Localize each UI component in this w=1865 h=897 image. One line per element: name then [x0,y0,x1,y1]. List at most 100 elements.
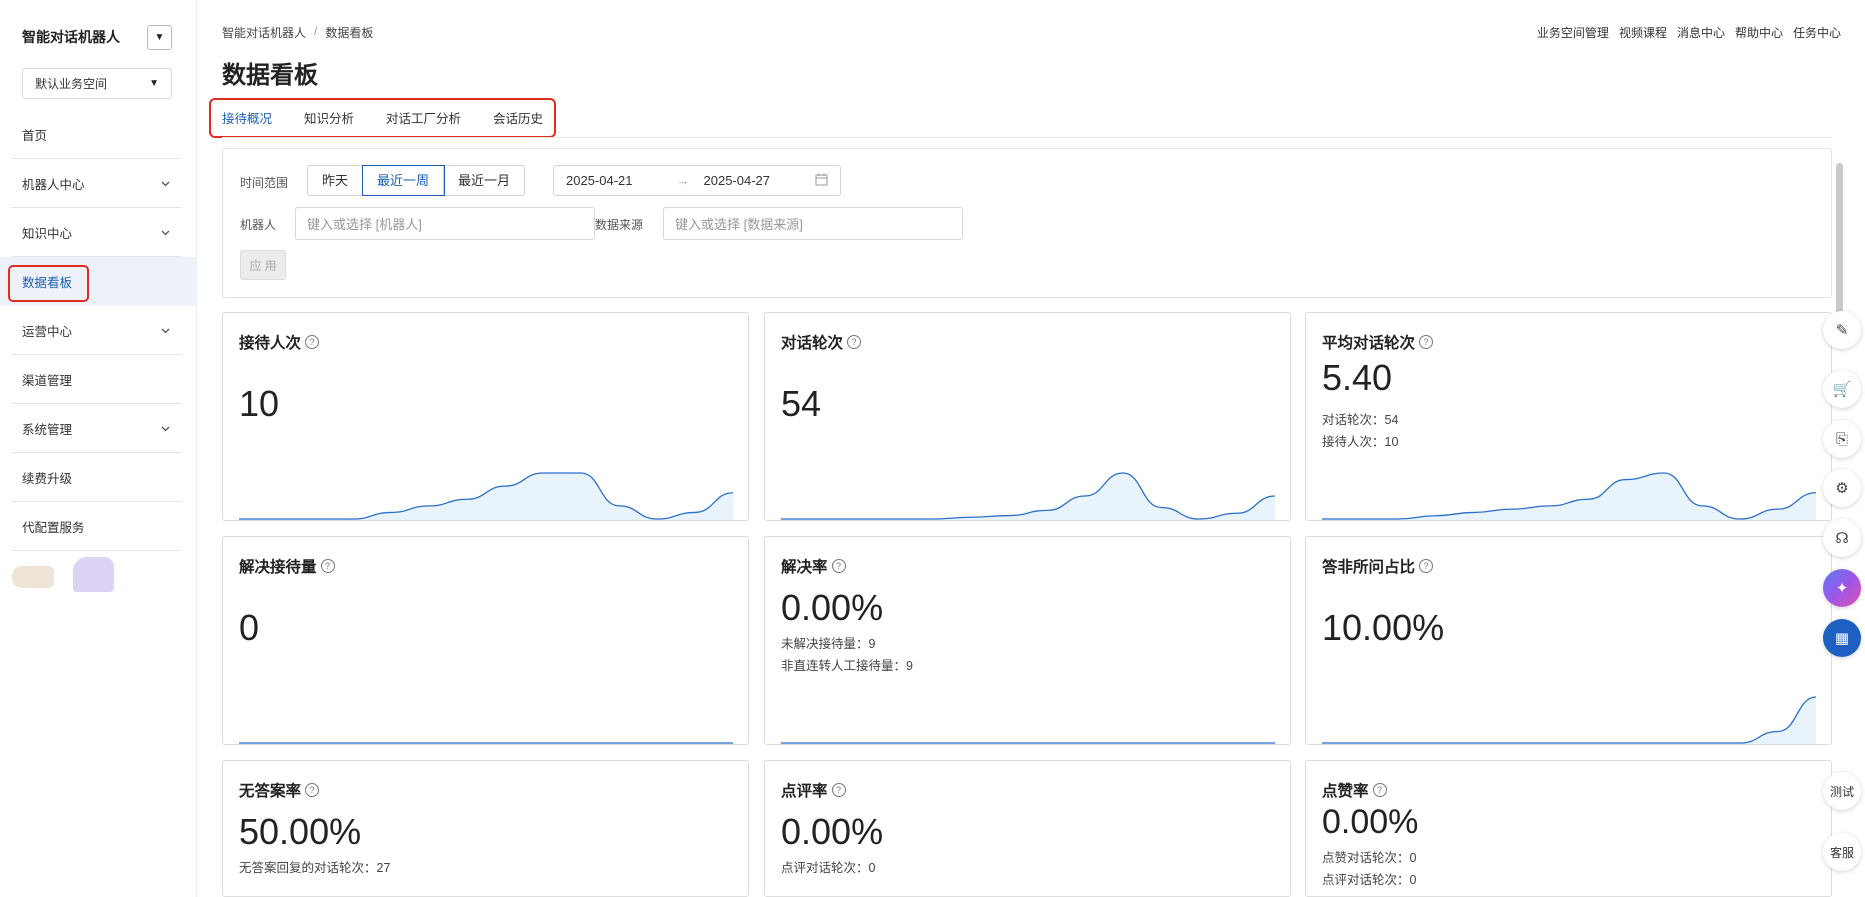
workspace-value: 默认业务空间 [35,77,108,91]
date-range-picker[interactable]: 2025-04-21 → 2025-04-27 [553,165,841,196]
caret-down-icon[interactable]: ▼ [147,24,172,50]
sidebar-item[interactable]: 运营中心 [0,306,197,355]
sidebar-item[interactable]: 系统管理 [0,404,197,453]
metric-subtext: 未解决接待量：9 非直连转人工接待量：9 [781,633,913,677]
workspace-select[interactable]: 默认业务空间 ▼ [22,68,172,99]
metric-value: 0.00% [781,587,884,628]
metric-title-text: 解决率 [781,559,828,576]
metric-title: 平均对话轮次? [1322,331,1434,353]
tab-divider [222,137,1832,138]
chevron-down-icon [161,325,170,337]
time-range-option[interactable]: 最近一月 [444,166,524,195]
breadcrumb: 智能对话机器人 / 数据看板 [222,24,373,41]
help-icon[interactable]: ? [831,783,846,797]
trend-chart [239,742,733,744]
sidebar-item-label: 代配置服务 [22,521,85,535]
source-label: 数据来源 [595,218,644,232]
source-input[interactable]: 键入或选择 [数据来源] [663,207,963,240]
metric-subtext-line: 非直连转人工接待量：9 [781,659,913,673]
metric-title-text: 无答案率 [239,783,302,800]
apply-button[interactable]: 应 用 [240,250,286,280]
metric-title-text: 接待人次 [239,335,302,352]
edit-icon[interactable]: ✎ [1823,311,1861,349]
metric-subtext-line: 对话轮次：54 [1322,413,1399,427]
top-link[interactable]: 消息中心 [1677,24,1725,41]
breadcrumb-separator: / [314,24,318,38]
metric-card: 解决率? 0.00% 未解决接待量：9 非直连转人工接待量：9 [764,536,1291,745]
metric-title-text: 点赞率 [1322,783,1369,800]
sidebar-item[interactable]: 知识中心 [0,208,197,257]
metric-card: 点评率? 0.00% 点评对话轮次：0 [764,760,1291,897]
chevron-down-icon [161,423,170,435]
help-icon[interactable]: ? [847,335,862,349]
metric-value: 54 [781,383,822,424]
ai-assistant-icon[interactable]: ✦ [1823,569,1861,607]
metric-card: 接待人次? 10 [222,312,749,521]
float-text-button[interactable]: 测试 [1823,772,1861,810]
sidebar-item-label: 机器人中心 [22,178,85,192]
cart-icon[interactable]: 🛒 [1823,370,1861,408]
help-icon[interactable]: ? [1419,335,1434,349]
robot-placeholder: 键入或选择 [机器人] [307,217,422,232]
metric-subtext: 无答案回复的对话轮次：27 [239,857,390,879]
metric-value: 50.00% [239,811,362,852]
chevron-down-icon [161,227,170,239]
help-icon[interactable]: ? [1419,559,1434,573]
metric-card: 解决接待量? 0 [222,536,749,745]
trend-chart [1322,696,1816,744]
sidebar-item[interactable]: 机器人中心 [0,159,197,208]
arrow-right-icon: → [676,173,690,188]
metric-card: 无答案率? 50.00% 无答案回复的对话轮次：27 [222,760,749,897]
decorative-image [12,566,54,588]
metric-card: 平均对话轮次? 5.40 对话轮次：54 接待人次：10 [1305,312,1832,521]
help-icon[interactable]: ? [320,559,335,573]
app-header: 智能对话机器人 ▼ [22,22,172,52]
robot-input[interactable]: 键入或选择 [机器人] [295,207,595,240]
breadcrumb-root[interactable]: 智能对话机器人 [222,24,306,41]
trend-line [1322,696,1816,744]
metric-card: 对话轮次? 54 [764,312,1291,521]
metric-subtext-line: 点评对话轮次：0 [1322,873,1417,887]
trend-chart [781,472,1275,520]
metric-title-text: 答非所问占比 [1322,559,1416,576]
time-range-selector: 昨天 最近一周 最近一月 [307,165,526,196]
sidebar-item-label: 续费升级 [22,472,73,486]
time-range-option[interactable]: 最近一周 [362,165,446,196]
metric-subtext: 对话轮次：54 接待人次：10 [1322,409,1398,453]
sidebar-item[interactable]: 续费升级 [0,453,197,502]
sidebar-item-label: 运营中心 [22,325,73,339]
top-link[interactable]: 业务空间管理 [1537,24,1609,41]
caret-down-icon: ▼ [149,78,159,89]
highlight-outline [209,98,556,138]
metric-title: 无答案率? [239,779,320,801]
robot-label: 机器人 [240,218,277,232]
sidebar-item[interactable]: 渠道管理 [0,355,197,404]
breadcrumb-current: 数据看板 [325,26,374,40]
app-title: 智能对话机器人 [22,29,120,45]
apps-icon[interactable]: ▦ [1823,619,1861,657]
top-link[interactable]: 帮助中心 [1735,24,1783,41]
source-placeholder: 键入或选择 [数据来源] [675,217,803,232]
headset-icon[interactable]: ☊ [1823,519,1861,557]
time-range-option[interactable]: 昨天 [308,166,364,195]
settings-icon[interactable]: ⚙ [1823,469,1861,507]
help-icon[interactable]: ? [1372,783,1387,797]
top-link[interactable]: 任务中心 [1793,24,1841,41]
sidebar-item[interactable]: 代配置服务 [0,502,197,551]
api-icon[interactable]: ⎘ [1823,420,1861,458]
top-link[interactable]: 视频课程 [1619,24,1667,41]
metric-title: 答非所问占比? [1322,555,1434,577]
trend-area [1322,473,1816,520]
metric-subtext-line: 接待人次：10 [1322,435,1399,449]
metric-value: 10 [239,383,280,424]
help-icon[interactable]: ? [305,335,320,349]
float-text-button[interactable]: 客服 [1823,833,1861,871]
decorative-image [73,557,114,592]
sidebar-item-label: 首页 [22,129,48,143]
sidebar: 智能对话机器人 ▼ 默认业务空间 ▼ 首页 机器人中心 知识中心 数据看板 运营中心 渠道… [0,0,197,897]
help-icon[interactable]: ? [831,559,846,573]
metric-title-text: 解决接待量 [239,559,317,576]
sidebar-item[interactable]: 首页 [0,110,197,159]
help-icon[interactable]: ? [305,783,320,797]
sidebar-item-label: 渠道管理 [22,374,73,388]
